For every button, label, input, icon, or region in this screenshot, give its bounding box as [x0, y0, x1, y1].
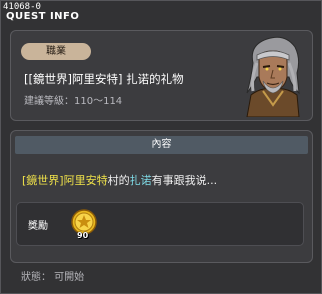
window-title: QUEST INFO — [6, 11, 80, 22]
category-tag: 職業 — [21, 43, 91, 60]
description-text-end: 有事跟我说... — [151, 174, 218, 187]
reward-label: 獎勵 — [28, 221, 48, 232]
quest-description: [鏡世界]阿里安特村的扎诺有事跟我说... — [22, 172, 217, 188]
quest-info-window: 41068-0 QUEST INFO 職業 [[鏡世界]阿里安特] 扎诺的礼物 … — [0, 0, 322, 294]
description-text: 村的 — [107, 174, 130, 187]
old-man-npc-portrait-icon — [246, 36, 300, 117]
quest-status: 狀態： 可開始 — [21, 272, 85, 283]
content-header: 內容 — [15, 136, 308, 154]
reward-quantity: 90 — [77, 231, 89, 240]
npc-highlight: 扎诺 — [129, 174, 152, 187]
quest-summary-panel: 職業 [[鏡世界]阿里安特] 扎诺的礼物 建議等級：110～114 — [10, 30, 313, 121]
quest-content-panel: 內容 [鏡世界]阿里安特村的扎诺有事跟我说... 獎勵 90 — [10, 130, 313, 263]
location-highlight: [鏡世界]阿里安特 — [22, 174, 108, 187]
quest-recommended-level: 建議等級：110～114 — [24, 96, 123, 107]
reward-box: 獎勵 90 — [16, 202, 304, 246]
quest-name: [[鏡世界]阿里安特] 扎诺的礼物 — [24, 72, 184, 86]
